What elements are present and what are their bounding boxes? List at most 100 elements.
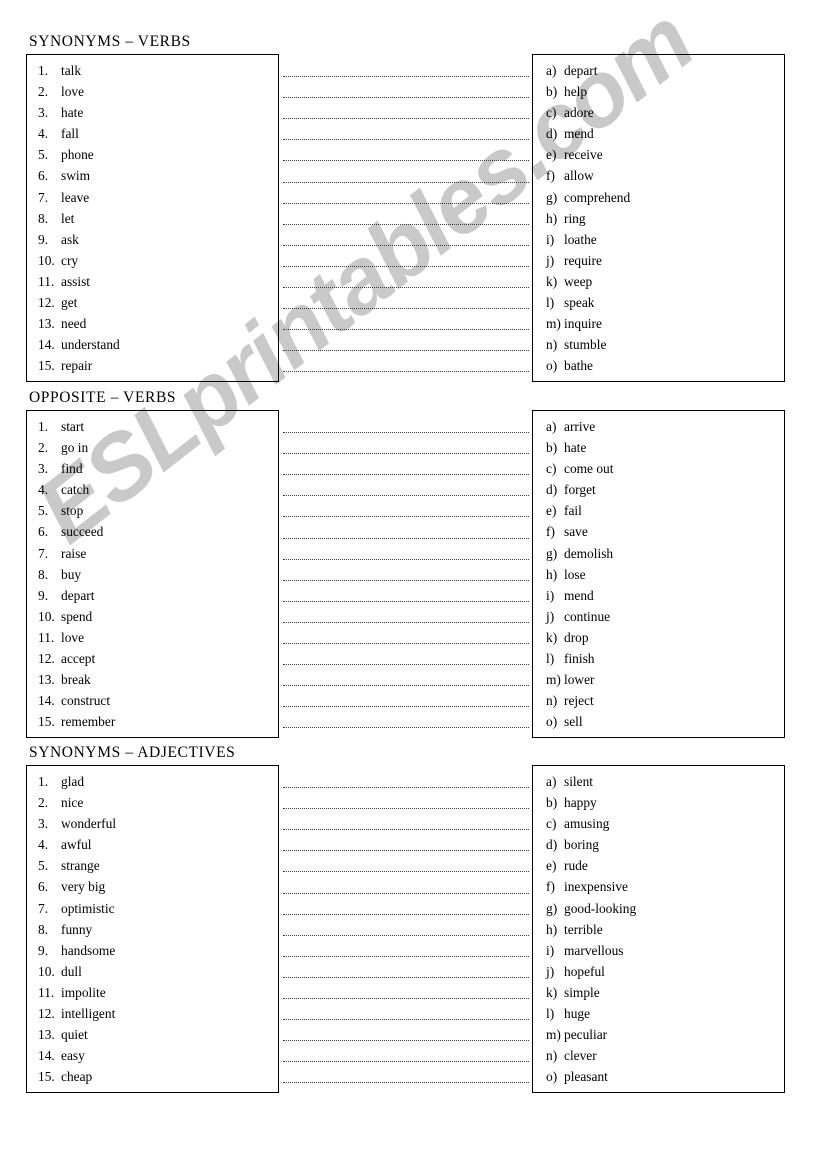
answer-line[interactable] (283, 59, 529, 80)
item-word: depart (564, 63, 598, 78)
answer-line[interactable] (283, 897, 529, 918)
list-item: 4. fall (27, 123, 278, 144)
answer-line[interactable] (283, 1023, 529, 1044)
item-word: stumble (564, 337, 607, 353)
answer-line[interactable] (283, 960, 529, 981)
answer-line[interactable] (283, 668, 529, 689)
answer-line[interactable] (283, 436, 529, 457)
list-item: 9. depart (27, 585, 278, 606)
list-item: 5. phone (27, 144, 278, 165)
answer-line[interactable] (283, 689, 529, 710)
answer-line[interactable] (283, 542, 529, 563)
answer-line[interactable] (283, 584, 529, 605)
answer-line[interactable] (283, 563, 529, 584)
dotted-rule (283, 1082, 529, 1084)
item-word: talk (61, 63, 82, 78)
answer-line[interactable] (283, 478, 529, 499)
answer-line[interactable] (283, 520, 529, 541)
prompt-word-box: 1. talk 2. love 3. hate 4. fall 5. phone 6. swim 7. l… (26, 54, 279, 383)
list-item: k) simple (533, 982, 784, 1003)
answer-line[interactable] (283, 981, 529, 1002)
item-word: lose (564, 566, 586, 582)
answer-choice-box: a) depart b) help c) adore d) mend e) receive f) al… (532, 54, 785, 383)
dotted-rule (283, 643, 529, 645)
item-marker: 14. (38, 337, 55, 353)
dotted-rule (283, 76, 529, 78)
list-item: m) peculiar (533, 1024, 784, 1045)
dotted-rule (283, 223, 529, 225)
item-marker: 5. (38, 858, 49, 874)
answer-line[interactable] (283, 122, 529, 143)
item-marker: c) (546, 461, 557, 477)
list-item: e) receive (533, 144, 784, 165)
item-word: raise (61, 545, 87, 561)
item-word: break (61, 672, 91, 688)
answer-line[interactable] (283, 710, 529, 731)
answer-choice-box: a) silent b) happy c) amusing d) boring e) rude f)… (532, 765, 785, 1094)
item-word: cry (61, 252, 79, 268)
answer-line[interactable] (283, 770, 529, 791)
answer-line[interactable] (283, 812, 529, 833)
item-word: finish (564, 651, 595, 667)
dotted-rule (283, 892, 529, 894)
item-word: mend (564, 587, 594, 603)
answer-line[interactable] (283, 1044, 529, 1065)
item-marker: k) (546, 629, 558, 645)
answer-line[interactable] (283, 228, 529, 249)
answer-line[interactable] (283, 143, 529, 164)
item-marker: m) (546, 1027, 561, 1043)
answer-line[interactable] (283, 939, 529, 960)
answer-line[interactable] (283, 249, 529, 270)
list-item: n) stumble (533, 334, 784, 355)
answer-line[interactable] (283, 270, 529, 291)
answer-line[interactable] (283, 312, 529, 333)
dotted-rule (283, 829, 529, 831)
list-item: 15. remember (27, 711, 278, 732)
answer-line[interactable] (283, 207, 529, 228)
item-word: weep (564, 273, 593, 289)
item-marker: n) (546, 337, 558, 353)
answer-line[interactable] (283, 875, 529, 896)
item-marker: d) (546, 126, 558, 142)
dotted-rule (283, 160, 529, 162)
list-item: 2. go in (27, 437, 278, 458)
item-marker: 11. (38, 273, 55, 289)
item-marker: e) (546, 147, 557, 163)
answer-line[interactable] (283, 80, 529, 101)
list-item: 14. understand (27, 334, 278, 355)
answer-line[interactable] (283, 333, 529, 354)
list-item: k) weep (533, 271, 784, 292)
answer-line[interactable] (283, 186, 529, 207)
item-marker: h) (546, 921, 558, 937)
answer-line[interactable] (283, 415, 529, 436)
answer-line[interactable] (283, 499, 529, 520)
list-item: o) pleasant (533, 1066, 784, 1087)
item-marker: 8. (38, 921, 49, 937)
list-item: 4. awful (27, 834, 278, 855)
item-marker: 14. (38, 1048, 55, 1064)
answer-line[interactable] (283, 101, 529, 122)
answer-line[interactable] (283, 1002, 529, 1023)
answer-line[interactable] (283, 626, 529, 647)
list-item: h) ring (533, 208, 784, 229)
answer-line[interactable] (283, 457, 529, 478)
dotted-rule (283, 244, 529, 246)
answer-line[interactable] (283, 833, 529, 854)
item-word: understand (61, 337, 120, 353)
answer-line[interactable] (283, 854, 529, 875)
answer-line[interactable] (283, 918, 529, 939)
answer-line[interactable] (283, 291, 529, 312)
answer-line[interactable] (283, 647, 529, 668)
answer-line[interactable] (283, 164, 529, 185)
item-marker: b) (546, 84, 558, 100)
answer-line[interactable] (283, 1065, 529, 1086)
list-item: 11. love (27, 627, 278, 648)
answer-line[interactable] (283, 605, 529, 626)
dotted-rule (283, 621, 529, 623)
item-word: simple (564, 984, 600, 1000)
answer-line[interactable] (283, 354, 529, 375)
item-word: require (564, 252, 602, 268)
answer-line[interactable] (283, 791, 529, 812)
item-marker: 3. (38, 816, 49, 832)
item-word: ring (564, 210, 586, 226)
